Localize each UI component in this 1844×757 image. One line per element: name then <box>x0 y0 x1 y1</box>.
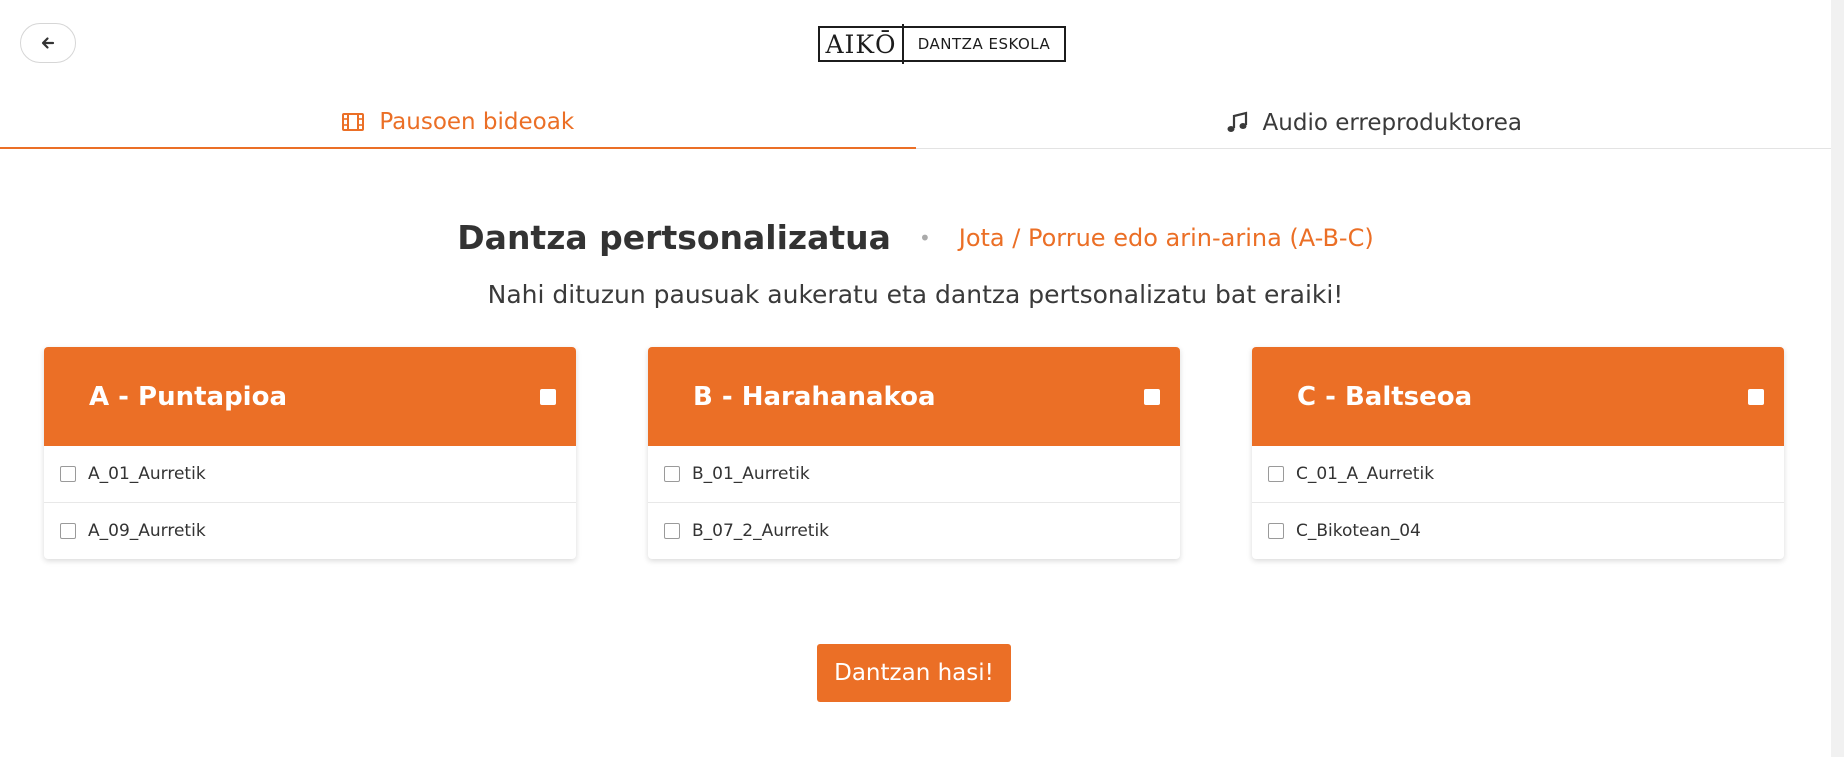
dance-name: Jota / Porrue edo arin-arina (A-B-C) <box>958 223 1374 252</box>
step-row[interactable]: A_09_Aurretik <box>44 502 576 558</box>
step-row[interactable]: A_01_Aurretik <box>44 446 576 502</box>
back-button[interactable] <box>20 23 76 63</box>
start-dance-button[interactable]: Dantzan hasi! <box>817 644 1011 702</box>
step-label: A_09_Aurretik <box>88 520 206 541</box>
step-checkbox[interactable] <box>60 466 76 482</box>
school-logo: AIKŌ DANTZA ESKOLA <box>818 24 1066 64</box>
arrow-left-icon <box>41 37 55 49</box>
step-group-card-c: C - Baltseoa C_01_A_Aurretik C_Bikotean_… <box>1252 347 1784 559</box>
intro-text: Nahi dituzun pausuak aukeratu eta dantza… <box>487 280 1344 309</box>
page-scrollbar[interactable] <box>1831 0 1844 757</box>
title-row: Dantza pertsonalizatua • Jota / Porrue e… <box>0 218 1831 257</box>
step-label: C_Bikotean_04 <box>1296 520 1421 541</box>
logo-sub-text: DANTZA ESKOLA <box>917 35 1051 53</box>
step-row[interactable]: B_01_Aurretik <box>648 446 1180 502</box>
step-label: B_01_Aurretik <box>692 464 810 484</box>
card-header: C - Baltseoa <box>1252 347 1784 446</box>
card-title: C - Baltseoa <box>1297 381 1473 412</box>
card-title: B - Harahanakoa <box>693 381 936 412</box>
step-row[interactable]: C_01_A_Aurretik <box>1252 446 1784 502</box>
step-row[interactable]: C_Bikotean_04 <box>1252 502 1784 558</box>
tab-step-videos[interactable]: Pausoen bideoak <box>0 96 916 149</box>
step-checkbox[interactable] <box>60 522 76 539</box>
step-row[interactable]: B_07_2_Aurretik <box>648 502 1180 558</box>
card-header: A - Puntapioa <box>44 347 576 446</box>
step-label: B_07_2_Aurretik <box>692 520 830 541</box>
title-separator: • <box>918 225 931 250</box>
step-checkbox[interactable] <box>664 466 680 482</box>
music-note-icon <box>1227 111 1247 132</box>
select-all-checkbox[interactable] <box>540 388 556 405</box>
step-checkbox[interactable] <box>1268 466 1284 482</box>
logo-main-text: AIKŌ <box>825 29 897 59</box>
tab-audio-player[interactable]: Audio erreproduktorea <box>916 96 1832 149</box>
step-label: A_01_Aurretik <box>88 464 206 484</box>
tab-step-videos-label: Pausoen bideoak <box>379 108 575 135</box>
page-title: Dantza pertsonalizatua <box>457 218 891 257</box>
step-label: C_01_A_Aurretik <box>1296 464 1435 484</box>
card-header: B - Harahanakoa <box>648 347 1180 446</box>
select-all-checkbox[interactable] <box>1144 388 1160 405</box>
step-checkbox[interactable] <box>1268 522 1284 539</box>
tab-audio-player-label: Audio erreproduktorea <box>1262 109 1522 136</box>
tab-bar: Pausoen bideoak Audio erreproduktorea <box>0 96 1831 149</box>
step-checkbox[interactable] <box>664 522 680 539</box>
select-all-checkbox[interactable] <box>1748 388 1764 405</box>
step-group-card-a: A - Puntapioa A_01_Aurretik A_09_Aurreti… <box>44 347 576 559</box>
film-icon <box>342 112 365 131</box>
step-group-card-b: B - Harahanakoa B_01_Aurretik B_07_2_Aur… <box>648 347 1180 559</box>
card-title: A - Puntapioa <box>89 381 287 412</box>
